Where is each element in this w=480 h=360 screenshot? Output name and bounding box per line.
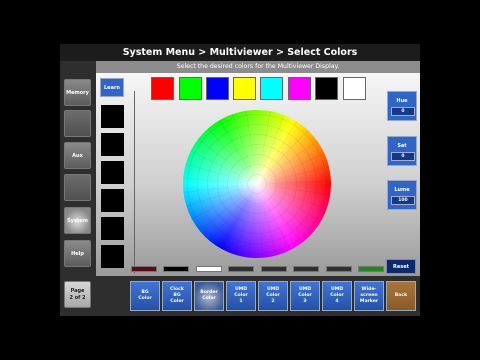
hue-value: 0 — [391, 107, 415, 116]
saturation-value: 0 — [391, 152, 415, 161]
learn-label: Learn — [104, 84, 120, 91]
preset-swatch-cyan[interactable] — [260, 77, 283, 100]
help-label: Help — [71, 250, 84, 257]
umd-color-3-button[interactable]: UMD Color 3 — [290, 281, 320, 311]
color-slot[interactable] — [101, 105, 124, 128]
aux-button[interactable]: Aux — [64, 142, 91, 169]
border-color-button[interactable]: Border Color — [194, 281, 224, 311]
back-button[interactable]: Back — [386, 281, 416, 311]
page-button[interactable]: Page 2 of 2 — [64, 281, 91, 308]
bottom-swatch[interactable] — [326, 266, 352, 272]
back-label: Back — [394, 293, 408, 298]
empty-button-2[interactable] — [64, 174, 91, 201]
color-slot[interactable] — [101, 189, 124, 212]
preset-swatch-green[interactable] — [179, 77, 202, 100]
help-button[interactable]: Help — [64, 240, 91, 267]
hue-label: Hue — [396, 98, 408, 104]
reset-button[interactable]: Reset — [386, 259, 416, 274]
color-slot[interactable] — [101, 161, 124, 184]
umd-color-1-button[interactable]: UMD Color 1 — [226, 281, 256, 311]
bg-color-button[interactable]: BG Color — [130, 281, 160, 311]
button-label: UMD Color 2 — [266, 287, 280, 304]
button-label: UMD Color 4 — [330, 287, 344, 304]
bottom-swatch[interactable] — [358, 266, 384, 272]
aux-label: Aux — [72, 152, 83, 159]
preset-swatch-red[interactable] — [151, 77, 174, 100]
preset-swatch-yellow[interactable] — [233, 77, 256, 100]
button-label: Clock BG Color — [170, 287, 184, 304]
clock-bg-color-button[interactable]: Clock BG Color — [162, 281, 192, 311]
bottom-swatch[interactable] — [228, 266, 254, 272]
preset-swatch-white[interactable] — [343, 77, 366, 100]
button-label: Border Color — [200, 290, 218, 301]
button-label: UMD Color 1 — [234, 287, 248, 304]
learn-button[interactable]: Learn — [100, 78, 124, 97]
luminance-value: 100 — [391, 196, 415, 205]
preset-swatch-blue[interactable] — [206, 77, 229, 100]
color-slot[interactable] — [101, 245, 124, 268]
button-label: UMD Color 3 — [298, 287, 312, 304]
preset-swatch-black[interactable] — [315, 77, 338, 100]
luminance-label: Lume — [394, 187, 410, 193]
bottom-swatch[interactable] — [261, 266, 287, 272]
color-panel: Learn Reset — [96, 73, 420, 276]
empty-button-1[interactable] — [64, 110, 91, 137]
instruction-text: Select the desired colors for the Multiv… — [96, 61, 420, 73]
page-label: Page — [70, 287, 85, 294]
color-slot[interactable] — [101, 133, 124, 156]
bottom-swatch[interactable] — [131, 266, 157, 272]
system-label: System — [67, 217, 88, 224]
reset-label: Reset — [393, 263, 409, 270]
button-label: BG Color — [138, 290, 152, 301]
luminance-control[interactable]: Lume 100 — [387, 180, 417, 210]
umd-color-4-button[interactable]: UMD Color 4 — [322, 281, 352, 311]
memory-label: Memory — [66, 89, 89, 96]
saturation-label: Sat — [397, 143, 407, 149]
divider — [134, 91, 135, 273]
saturation-control[interactable]: Sat 0 — [387, 136, 417, 166]
multiviewer-screen: System Menu > Multiviewer > Select Color… — [60, 44, 420, 316]
bottom-swatch[interactable] — [293, 266, 319, 272]
page-number: 2 of 2 — [69, 294, 86, 301]
color-wheel-grid — [183, 110, 331, 258]
bottom-swatch[interactable] — [196, 266, 222, 272]
system-button[interactable]: System — [64, 207, 91, 234]
widescreen-marker-button[interactable]: Wide-screen Marker — [354, 281, 384, 311]
preset-swatch-magenta[interactable] — [288, 77, 311, 100]
button-label: Wide-screen Marker — [359, 287, 379, 304]
umd-color-2-button[interactable]: UMD Color 2 — [258, 281, 288, 311]
color-slot[interactable] — [101, 217, 124, 240]
page-title: System Menu > Multiviewer > Select Color… — [60, 44, 420, 61]
bottom-swatch[interactable] — [163, 266, 189, 272]
hue-control[interactable]: Hue 0 — [387, 91, 417, 121]
memory-button[interactable]: Memory — [64, 79, 91, 106]
